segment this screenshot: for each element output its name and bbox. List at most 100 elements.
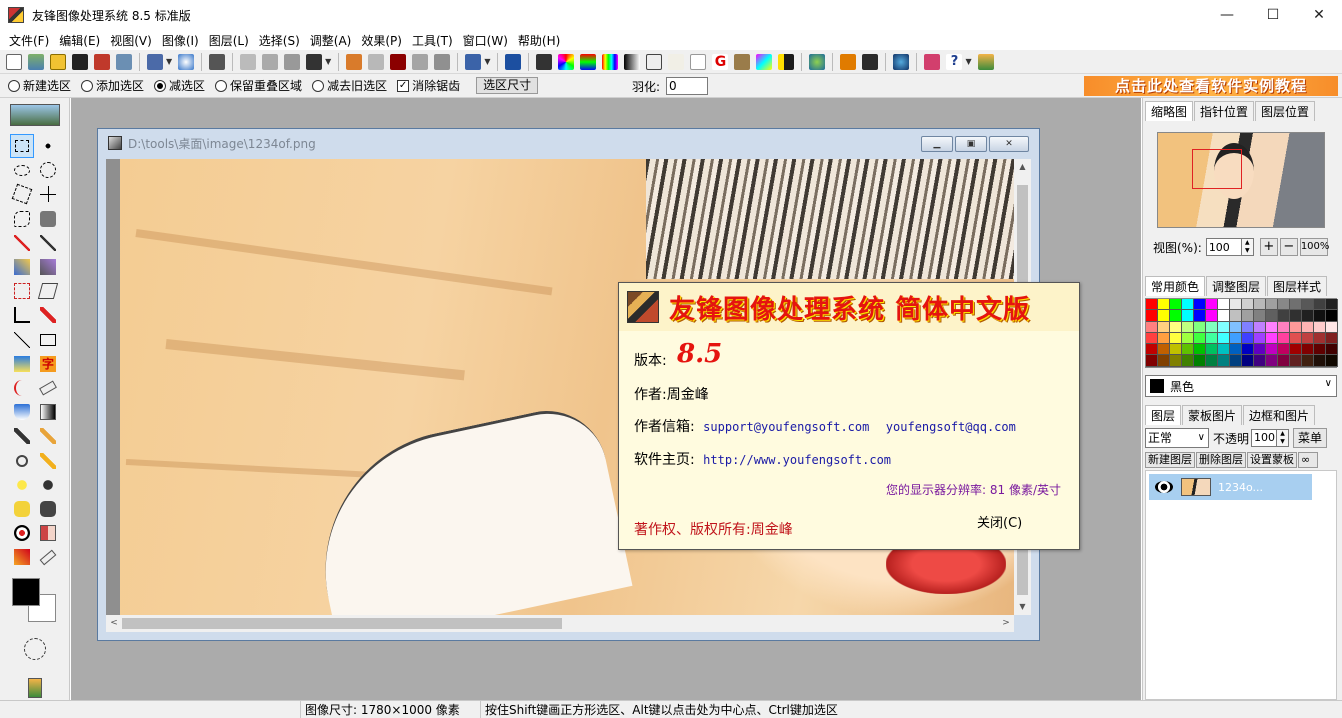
- color-swatch[interactable]: [1206, 355, 1218, 367]
- lasso-tool[interactable]: [10, 207, 34, 231]
- navigator-preview[interactable]: [1157, 132, 1325, 228]
- color-swatch[interactable]: [1182, 332, 1194, 345]
- menu-image[interactable]: 图像(I): [157, 32, 204, 49]
- layer-menu-button[interactable]: 菜单: [1293, 428, 1328, 448]
- color-swatch[interactable]: [1326, 299, 1338, 311]
- color-swatch[interactable]: [1314, 344, 1326, 356]
- gradient-fill-tool[interactable]: [10, 352, 34, 376]
- doc-minimize-button[interactable]: ▁: [921, 136, 953, 152]
- color-swatch[interactable]: [1158, 344, 1170, 356]
- color-swatch[interactable]: [1290, 332, 1302, 345]
- color-swatch[interactable]: [1170, 332, 1182, 345]
- dropdown-arrow-icon[interactable]: ▼: [484, 57, 490, 66]
- layer-item[interactable]: 1234o...: [1149, 474, 1312, 500]
- set-mask-button[interactable]: 设置蒙板: [1247, 452, 1297, 468]
- color-swatch[interactable]: [1218, 344, 1230, 356]
- color-range-tool[interactable]: [10, 255, 34, 279]
- quick-tool-icon[interactable]: [28, 678, 42, 698]
- color-swatch[interactable]: [1230, 299, 1242, 311]
- color-swatch[interactable]: [1146, 321, 1158, 333]
- sharpen-tool[interactable]: [10, 497, 34, 521]
- histogram-icon[interactable]: [536, 53, 553, 70]
- save-icon[interactable]: [72, 53, 88, 70]
- capture-icon[interactable]: [178, 53, 195, 70]
- mode-intersect-selection[interactable]: 保留重叠区域: [215, 77, 302, 94]
- opacity-input[interactable]: 100: [1251, 429, 1278, 447]
- dodge-tool[interactable]: [10, 473, 34, 497]
- color-swatch[interactable]: [1314, 355, 1326, 367]
- color-swatch[interactable]: [1290, 310, 1302, 322]
- chevron-down-icon[interactable]: ∨: [1325, 378, 1332, 389]
- mode-add-selection[interactable]: 添加选区: [81, 77, 144, 94]
- scroll-right-icon[interactable]: >: [998, 615, 1014, 632]
- color-swatch[interactable]: [1266, 299, 1278, 311]
- feather-input[interactable]: [666, 77, 709, 95]
- eye-icon[interactable]: [1155, 481, 1173, 493]
- dropdown-arrow-icon[interactable]: ▼: [965, 57, 971, 66]
- eyedropper-tool[interactable]: [10, 424, 34, 448]
- open-folder-icon[interactable]: [50, 53, 66, 70]
- color-swatch[interactable]: [1254, 355, 1266, 367]
- tutorial-banner[interactable]: 点击此处查看软件实例教程: [1084, 76, 1338, 96]
- color-swatch[interactable]: [1206, 321, 1218, 333]
- cut-icon[interactable]: [262, 53, 279, 70]
- blend-mode-select[interactable]: 正常: [1145, 428, 1209, 448]
- tab-layer-style[interactable]: 图层样式: [1267, 276, 1328, 296]
- zoom-100-button[interactable]: 100%: [1299, 238, 1329, 256]
- color-swatch[interactable]: [1170, 299, 1182, 311]
- color-swatch[interactable]: [1278, 321, 1290, 333]
- color-swatch[interactable]: [1314, 321, 1326, 333]
- ellipse-select-tool[interactable]: [10, 158, 34, 182]
- mode-remove-old-selection[interactable]: 减去旧选区: [312, 77, 387, 94]
- eraser-tool[interactable]: [36, 376, 60, 400]
- horizontal-scroll-thumb[interactable]: [122, 618, 562, 629]
- color-swatch[interactable]: [1242, 321, 1254, 333]
- history-icon[interactable]: [840, 53, 857, 70]
- color-swatch[interactable]: [1170, 355, 1182, 367]
- color-swatch[interactable]: [1302, 332, 1314, 345]
- color-swatch[interactable]: [1170, 344, 1182, 356]
- gradient-tool[interactable]: [36, 400, 60, 424]
- email-link-1[interactable]: support@youfengsoft.com: [703, 420, 869, 434]
- curve-tool[interactable]: [10, 376, 34, 400]
- email-link-2[interactable]: youfengsoft@qq.com: [886, 420, 1016, 434]
- color-swatch[interactable]: [1314, 299, 1326, 311]
- delete-layer-button[interactable]: 删除图层: [1196, 452, 1246, 468]
- color-swatch[interactable]: [1206, 299, 1218, 311]
- channels-icon[interactable]: [580, 53, 597, 70]
- plugin-icon[interactable]: [924, 53, 941, 70]
- antialias-option[interactable]: ✓ 消除锯齿: [397, 77, 460, 94]
- color-swatch[interactable]: [1158, 299, 1170, 311]
- tab-layer-position[interactable]: 图层位置: [1255, 101, 1316, 121]
- line-tool[interactable]: [10, 328, 34, 352]
- paper-icon[interactable]: [690, 53, 707, 70]
- effects-icon[interactable]: [809, 53, 826, 70]
- color-swatch[interactable]: [1158, 310, 1170, 322]
- battery-icon[interactable]: [977, 53, 994, 70]
- color-swatch[interactable]: [1206, 310, 1218, 322]
- color-swatch[interactable]: [1254, 332, 1266, 345]
- new-layer-button[interactable]: 新建图层: [1145, 452, 1195, 468]
- color-swatch[interactable]: [1266, 355, 1278, 367]
- color-swatch[interactable]: [1146, 310, 1158, 322]
- close-button[interactable]: ✕: [1296, 0, 1342, 30]
- undo-icon[interactable]: [505, 53, 522, 70]
- dropdown-arrow-icon[interactable]: ▼: [325, 57, 331, 66]
- contrast-icon[interactable]: [778, 53, 795, 70]
- menu-view[interactable]: 视图(V): [105, 32, 157, 49]
- view-frame[interactable]: [1192, 149, 1242, 189]
- color-swatch[interactable]: [1314, 310, 1326, 322]
- circle-select-tool[interactable]: [36, 158, 60, 182]
- fit-view-icon[interactable]: [465, 53, 482, 70]
- mirror-tool[interactable]: [36, 521, 60, 545]
- zoom-spinner[interactable]: ▲ ▼: [1241, 238, 1254, 256]
- brush-select-tool[interactable]: [36, 255, 60, 279]
- color-swatch[interactable]: [1230, 310, 1242, 322]
- help-icon[interactable]: ?: [946, 53, 963, 70]
- move-tool[interactable]: [36, 134, 60, 158]
- hue-icon[interactable]: [558, 53, 575, 70]
- homepage-link[interactable]: http://www.youfengsoft.com: [703, 453, 891, 467]
- scanner-icon[interactable]: [147, 53, 163, 70]
- blur-tool[interactable]: [36, 497, 60, 521]
- invert-selection-icon[interactable]: [412, 53, 429, 70]
